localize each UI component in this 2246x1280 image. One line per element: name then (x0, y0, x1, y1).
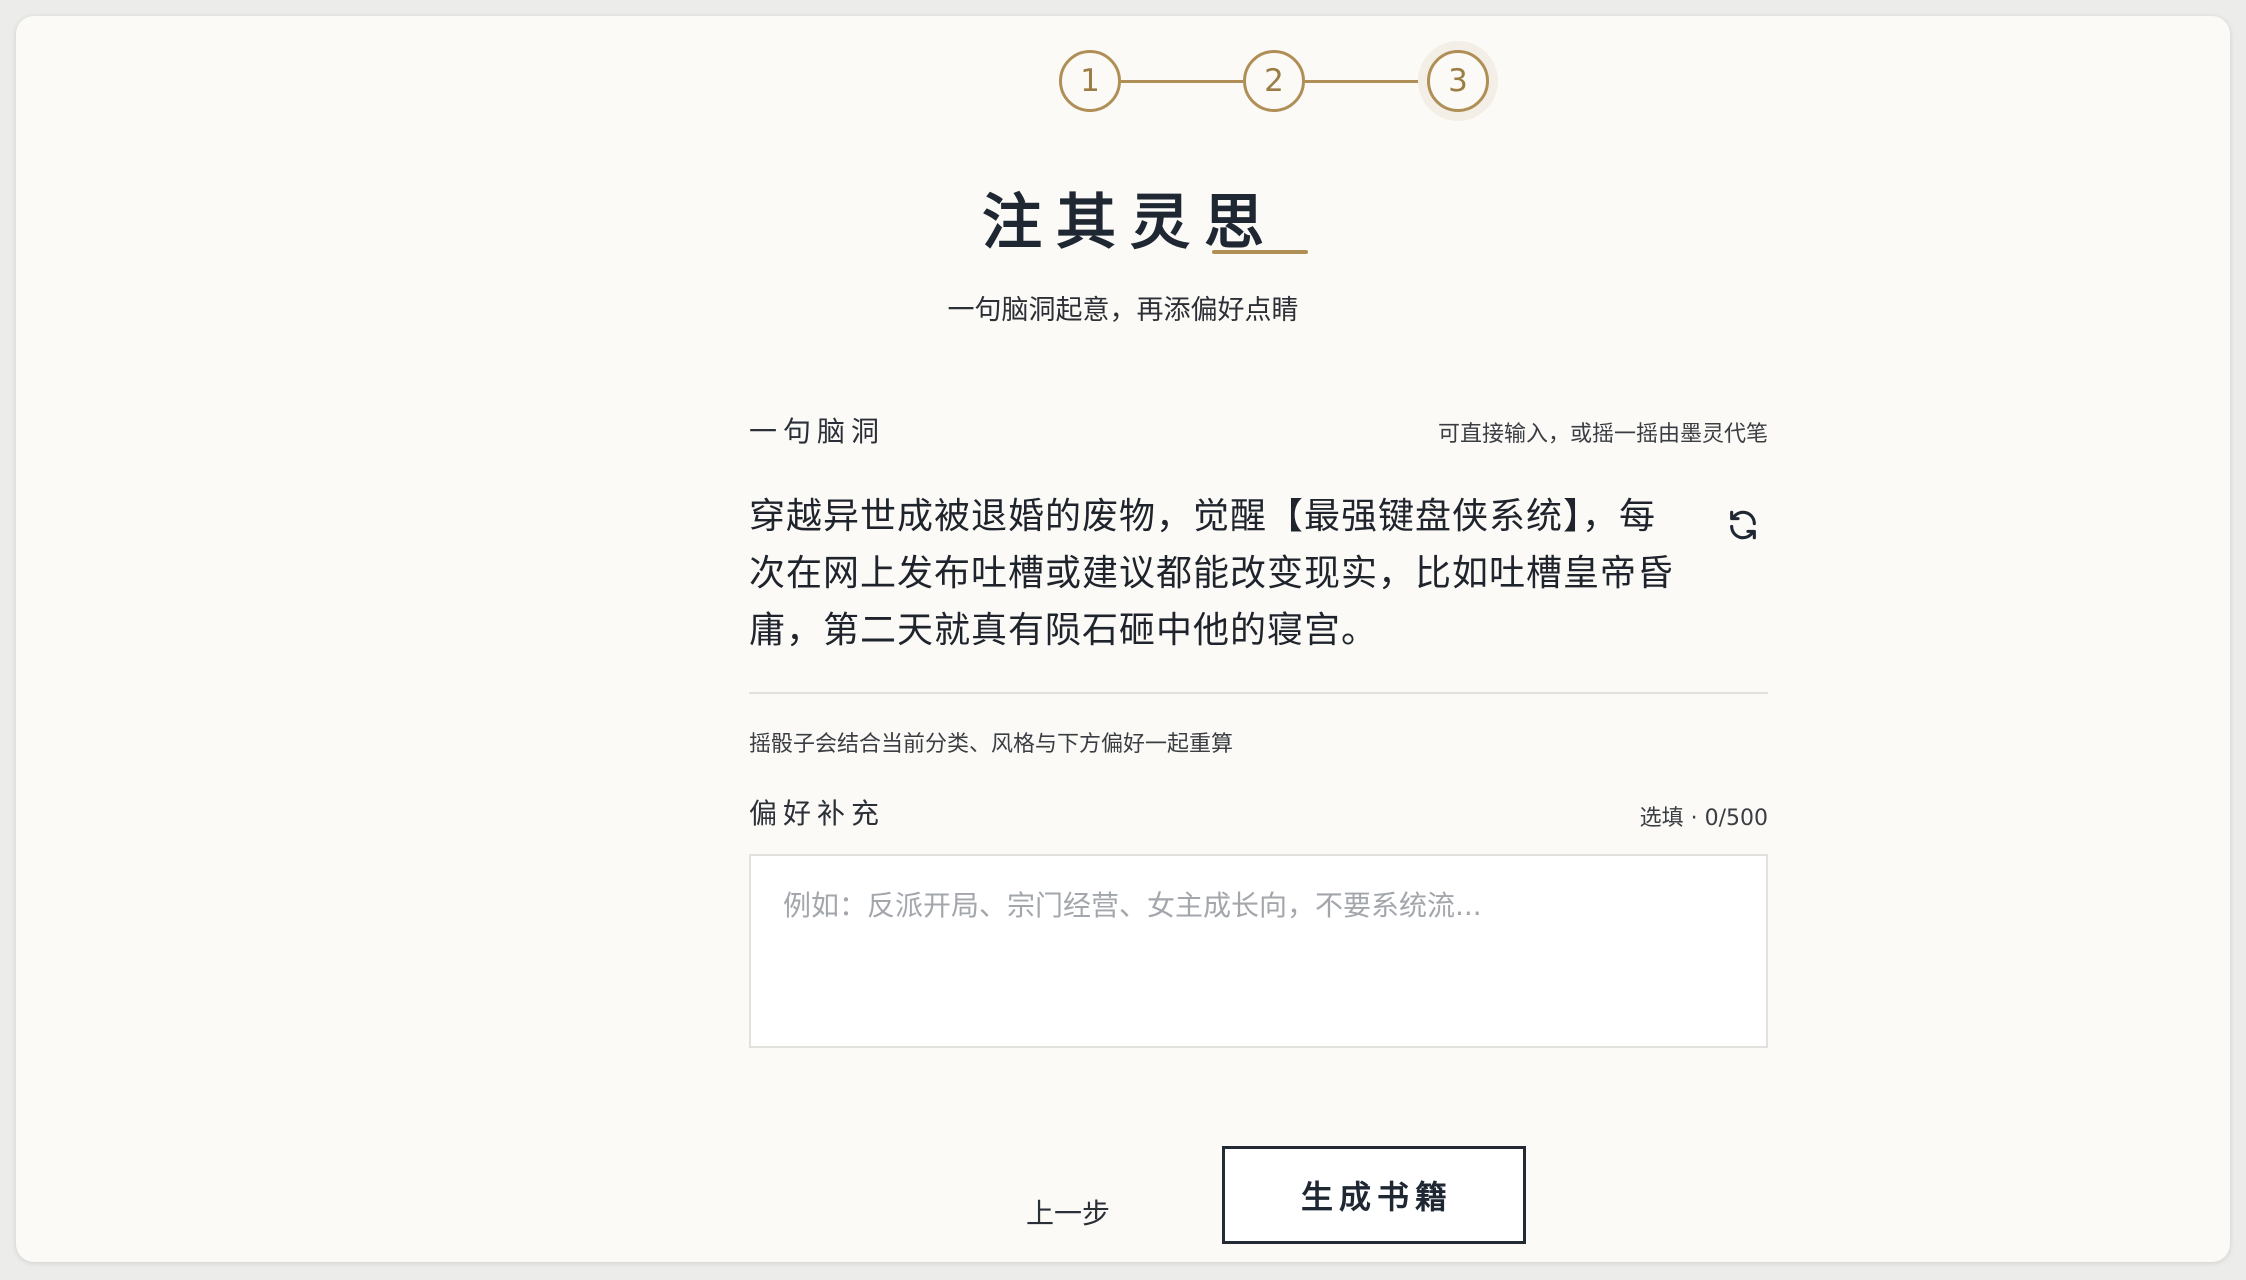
step-connector (1121, 80, 1243, 83)
step-1[interactable]: 1 (1059, 50, 1121, 112)
step-2[interactable]: 2 (1243, 50, 1305, 112)
progress-stepper: 1 2 3 (1040, 34, 1520, 134)
idea-input[interactable]: 穿越异世成被退婚的废物，觉醒【最强键盘侠系统】，每次在网上发布吐槽或建议都能改变… (749, 488, 1689, 659)
refresh-icon (1730, 510, 1756, 540)
preference-label: 偏好补充 (749, 797, 886, 830)
generate-book-button[interactable]: 生成书籍 (1222, 1146, 1526, 1244)
step-3-current[interactable]: 3 (1427, 50, 1489, 112)
page-title: 注其灵思 (982, 188, 1278, 258)
preference-char-count: 选填 · 0/500 (1639, 806, 1768, 831)
title-underline (1212, 250, 1308, 254)
preference-textarea[interactable] (749, 854, 1768, 1048)
dice-note: 摇骰子会结合当前分类、风格与下方偏好一起重算 (749, 732, 1234, 757)
page-subtitle: 一句脑洞起意，再添偏好点睛 (947, 295, 1299, 326)
step-connector (1305, 80, 1427, 83)
idea-hint: 可直接输入，或摇一摇由墨灵代笔 (1437, 422, 1768, 447)
reroll-button[interactable] (1718, 500, 1768, 550)
divider (749, 692, 1768, 694)
app-window: 1 2 3 注其灵思 一句脑洞起意，再添偏好点睛 一句脑洞 可直接输入，或摇一摇… (16, 16, 2230, 1262)
idea-label: 一句脑洞 (749, 415, 886, 448)
back-button[interactable]: 上一步 (1026, 1192, 1110, 1232)
